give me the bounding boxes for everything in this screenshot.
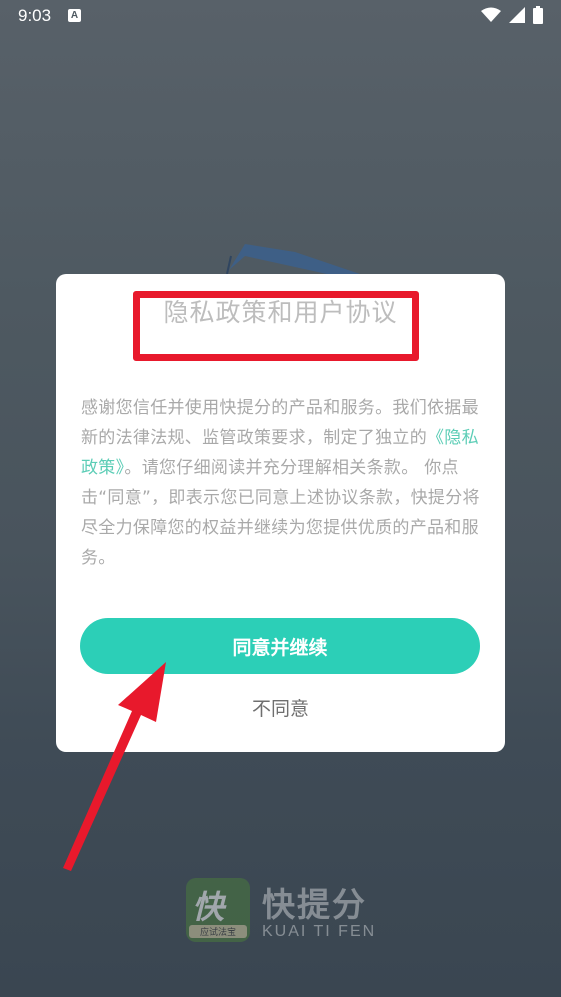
disagree-button[interactable]: 不同意 (56, 694, 505, 721)
status-icons (481, 6, 543, 24)
app-subtitle: KUAI TI FEN (262, 923, 377, 940)
wifi-icon (481, 7, 501, 22)
status-time: 9:03 (18, 6, 52, 25)
battery-icon (533, 6, 543, 24)
logo-caption: 应试法宝 (189, 925, 247, 938)
agree-continue-button[interactable]: 同意并继续 (80, 618, 480, 674)
status-bar: 9:03 A (0, 0, 561, 32)
privacy-dialog: 隐私政策和用户协议 感谢您信任并使用快提分的产品和服务。我们依据最新的法律法规、… (56, 274, 505, 752)
app-logo: 快 应试法宝 快提分 KUAI TI FEN (186, 876, 386, 946)
app-name: 快提分 (262, 885, 367, 924)
notification-a-icon: A (68, 9, 81, 22)
body-text-part2: 。请您仔细阅读并充分理解相关条款。 你点击“同意”，即表示您已同意上述协议条款，… (81, 458, 480, 568)
dialog-title: 隐私政策和用户协议 (163, 298, 398, 327)
signal-icon (509, 7, 525, 23)
logo-tile: 快 应试法宝 (186, 878, 250, 942)
dialog-body: 感谢您信任并使用快提分的产品和服务。我们依据最新的法律法规、监管政策要求，制定了… (81, 393, 481, 573)
body-text-part1: 感谢您信任并使用快提分的产品和服务。我们依据最新的法律法规、监管政策要求，制定了… (81, 398, 479, 448)
logo-char: 快 (192, 888, 225, 926)
